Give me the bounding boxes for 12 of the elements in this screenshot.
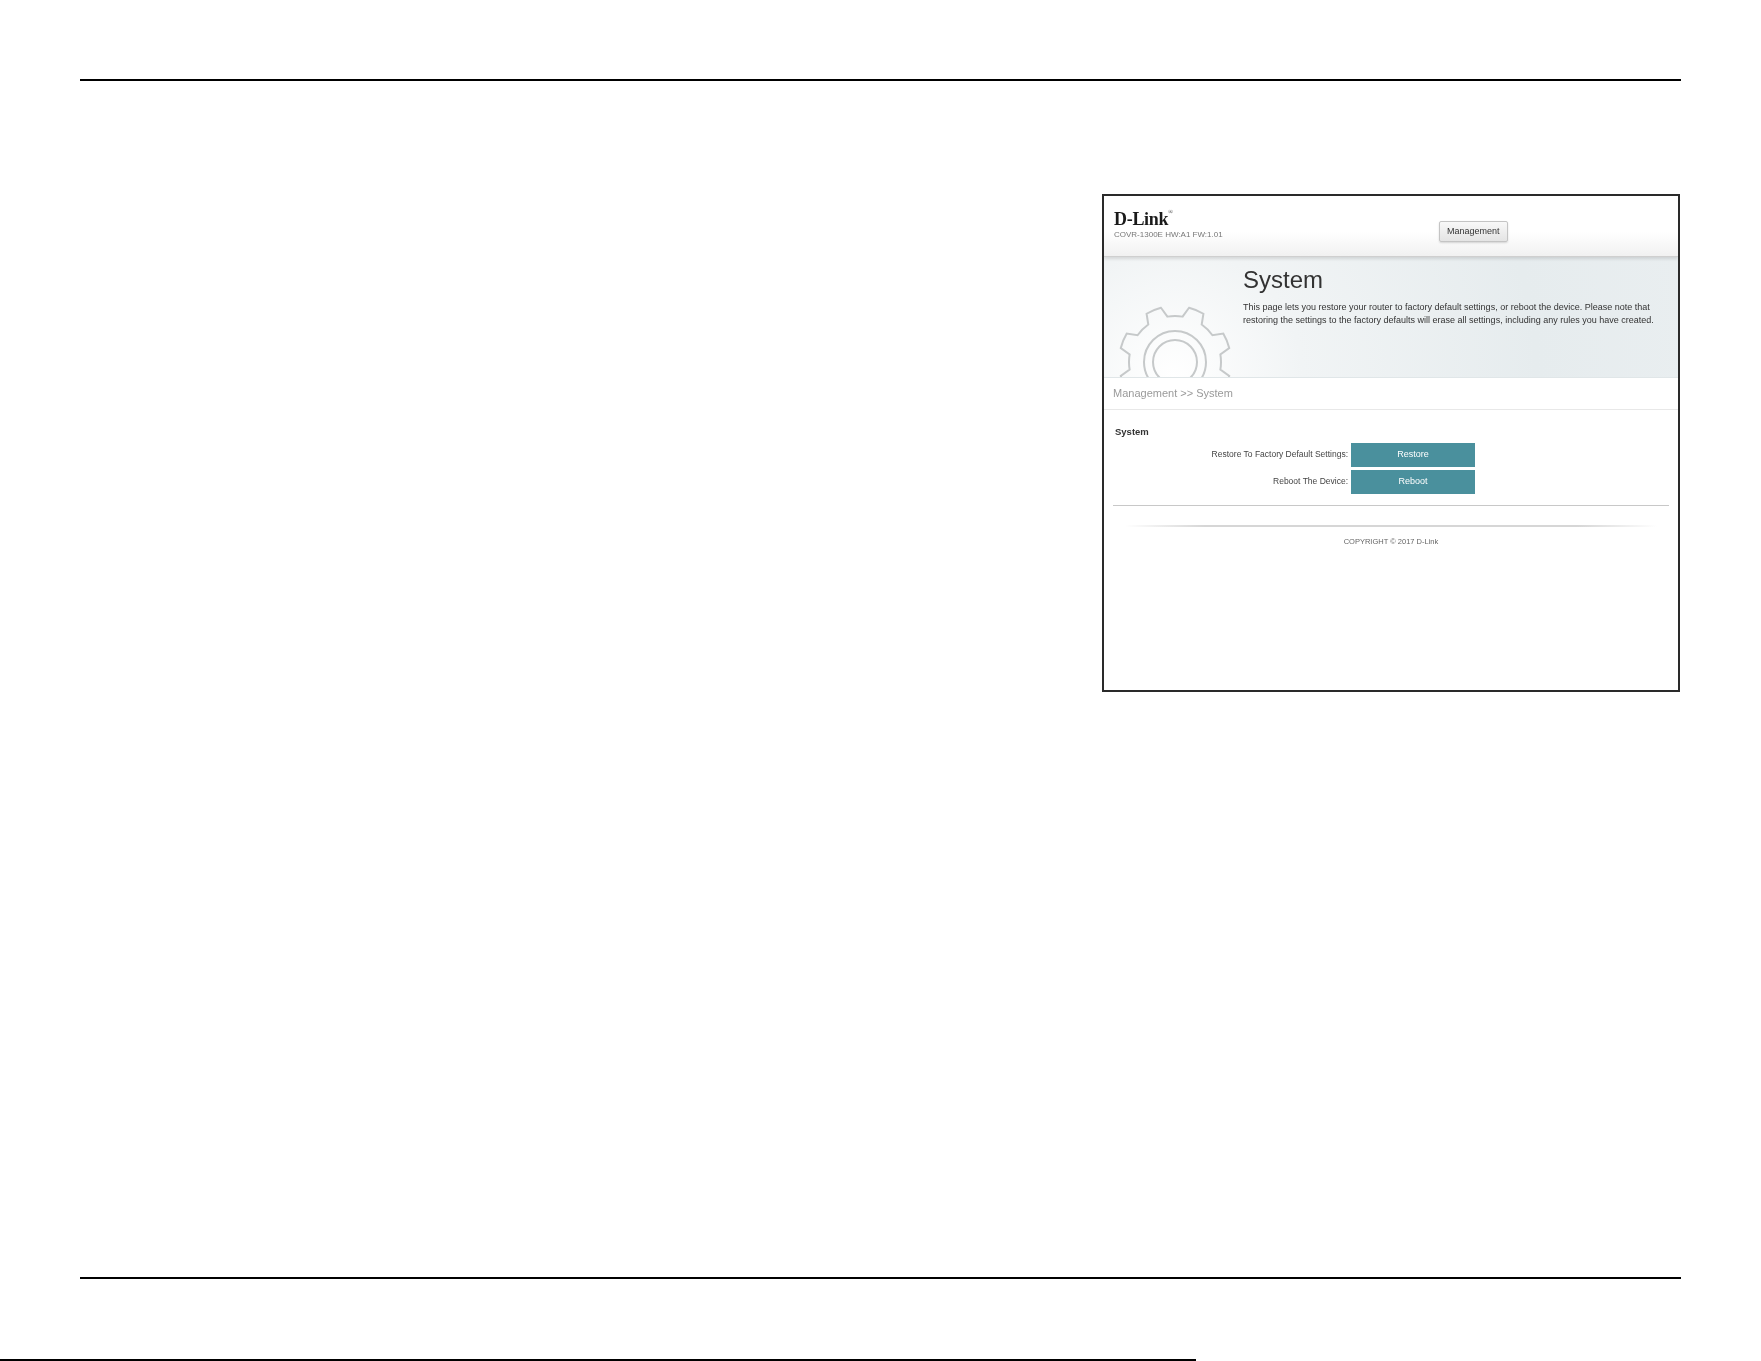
gear-icon: [1118, 305, 1232, 377]
setting-label: Reboot The Device:: [1272, 477, 1348, 486]
page-title: System: [1243, 268, 1324, 292]
section-title: System: [1114, 427, 1149, 437]
page-description: This page lets you restore your router to factory default settings, or reboot the device. Please note that restoring the settings to the factory defaults will erase all settings, including any rules you have created.: [1243, 301, 1655, 327]
logo: D-Link$^{®}$: [1114, 208, 1174, 231]
setting-label: Restore To Factory Default Settings:: [1210, 450, 1348, 459]
nav-tab[interactable]: Management: [1439, 221, 1508, 242]
model-info: COVR-1300E HW:A1 FW:1.01: [1114, 231, 1223, 239]
breadcrumb: Management >> System: [1113, 388, 1233, 399]
action-button[interactable]: Reboot: [1351, 469, 1475, 494]
action-button[interactable]: Restore: [1351, 442, 1475, 467]
